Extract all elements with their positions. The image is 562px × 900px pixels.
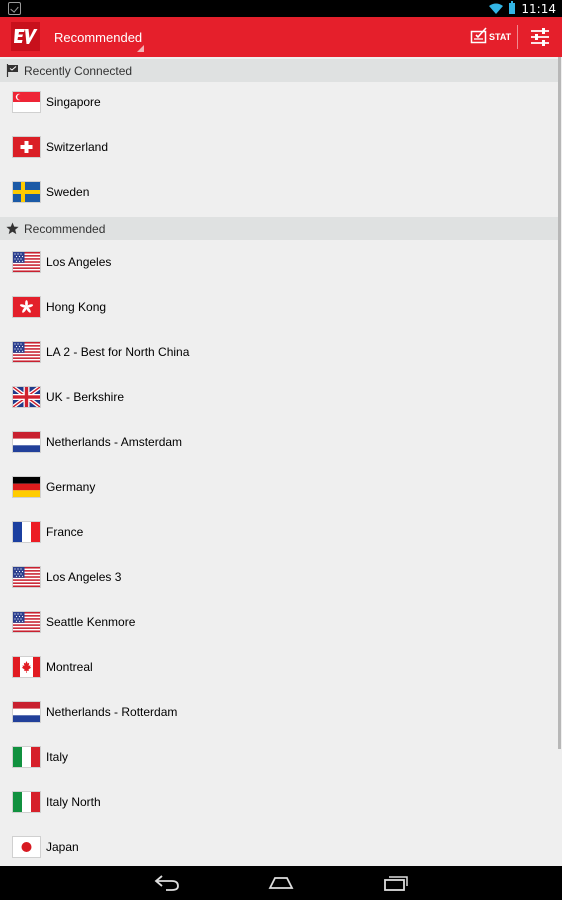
status-icons: 11:14	[489, 1, 556, 16]
location-label: Italy North	[46, 795, 101, 809]
location-label: UK - Berkshire	[46, 390, 125, 404]
location-row-singapore[interactable]: Singapore	[0, 80, 558, 125]
location-label: Hong Kong	[46, 300, 107, 314]
netherlands-flag-icon	[13, 702, 40, 722]
back-button[interactable]	[147, 866, 187, 900]
france-flag-icon	[13, 522, 40, 542]
location-row-uk-berkshire[interactable]: UK - Berkshire	[0, 375, 558, 420]
recent-apps-button[interactable]	[376, 866, 416, 900]
spinner-caret-icon	[137, 45, 144, 52]
usa-flag-icon	[13, 252, 40, 272]
location-list: Recently Connected Singapore Switzerland…	[0, 57, 562, 866]
spinner-label: Recommended	[54, 30, 143, 45]
location-row-italy-north[interactable]: Italy North	[0, 780, 558, 825]
canada-flag-icon	[13, 657, 40, 677]
wifi-icon	[489, 3, 504, 14]
section-label-recommended: Recommended	[24, 222, 106, 236]
location-filter-spinner[interactable]: Recommended	[52, 17, 144, 57]
location-label: Netherlands - Rotterdam	[46, 705, 178, 719]
usa-flag-icon	[13, 342, 40, 362]
italy-flag-icon	[13, 792, 40, 812]
singapore-flag-icon	[13, 92, 40, 112]
system-nav-bar	[0, 866, 562, 900]
section-label-recent: Recently Connected	[24, 64, 133, 78]
location-row-hong-kong[interactable]: Hong Kong	[0, 285, 558, 330]
recent-apps-icon	[384, 876, 408, 891]
location-label: Seattle Kenmore	[46, 615, 136, 629]
home-button[interactable]	[261, 866, 301, 900]
location-label: Sweden	[46, 185, 90, 199]
hong-kong-flag-icon	[13, 297, 40, 317]
location-row-la-2[interactable]: LA 2 - Best for North China	[0, 330, 558, 375]
netherlands-flag-icon	[13, 432, 40, 452]
usa-flag-icon	[13, 612, 40, 632]
section-header-recommended: Recommended	[0, 217, 558, 240]
location-row-germany[interactable]: Germany	[0, 465, 558, 510]
uk-flag-icon	[13, 387, 40, 407]
location-row-netherlands-rotterdam[interactable]: Netherlands - Rotterdam	[0, 690, 558, 735]
flag-icon	[6, 64, 18, 77]
location-label: Montreal	[46, 660, 93, 674]
location-label: Netherlands - Amsterdam	[46, 435, 183, 449]
location-row-japan[interactable]: Japan	[0, 825, 558, 866]
expressvpn-logo[interactable]	[11, 22, 40, 51]
location-row-switzerland[interactable]: Switzerland	[0, 125, 558, 170]
location-row-italy[interactable]: Italy	[0, 735, 558, 780]
japan-flag-icon	[13, 837, 40, 857]
usa-flag-icon	[13, 567, 40, 587]
location-label: Italy	[46, 750, 69, 764]
location-label: France	[46, 525, 84, 539]
location-row-los-angeles[interactable]: Los Angeles	[0, 240, 558, 285]
stat-label: STAT	[489, 32, 512, 42]
status-bar: 11:14	[0, 0, 562, 17]
section-header-recent: Recently Connected	[0, 59, 558, 82]
location-label: Japan	[46, 840, 79, 854]
battery-icon	[509, 1, 516, 14]
germany-flag-icon	[13, 477, 40, 497]
location-label: Germany	[46, 480, 96, 494]
stat-button[interactable]: STAT	[467, 17, 515, 57]
location-row-netherlands-amsterdam[interactable]: Netherlands - Amsterdam	[0, 420, 558, 465]
action-divider	[517, 25, 518, 49]
location-row-sweden[interactable]: Sweden	[0, 170, 558, 215]
action-bar: Recommended STAT	[0, 17, 562, 57]
stat-icon	[470, 27, 487, 44]
location-label: Singapore	[46, 95, 101, 109]
location-label: Switzerland	[46, 140, 109, 154]
location-label: Los Angeles	[46, 255, 112, 269]
clock: 11:14	[521, 1, 556, 16]
location-row-france[interactable]: France	[0, 510, 558, 555]
location-row-montreal[interactable]: Montreal	[0, 645, 558, 690]
notification-check-icon	[8, 2, 21, 15]
sliders-icon	[531, 28, 549, 46]
location-row-los-angeles-3[interactable]: Los Angeles 3	[0, 555, 558, 600]
location-label: LA 2 - Best for North China	[46, 345, 190, 359]
star-icon	[6, 222, 19, 235]
settings-button[interactable]	[522, 17, 562, 57]
list-scrollbar[interactable]	[558, 57, 561, 749]
switzerland-flag-icon	[13, 137, 40, 157]
back-icon	[154, 875, 179, 891]
location-row-seattle-kenmore[interactable]: Seattle Kenmore	[0, 600, 558, 645]
location-label: Los Angeles 3	[46, 570, 122, 584]
home-icon	[268, 877, 294, 889]
italy-flag-icon	[13, 747, 40, 767]
sweden-flag-icon	[13, 182, 40, 202]
